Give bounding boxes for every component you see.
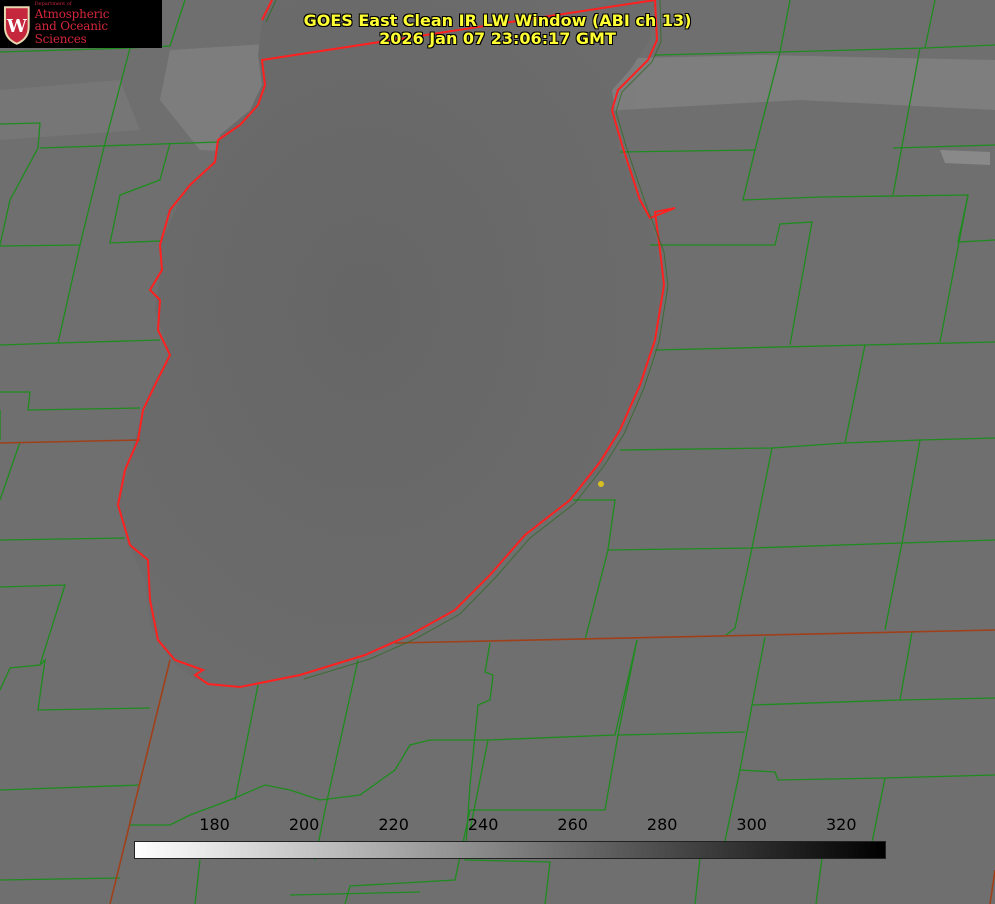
colorbar-tick-320: 320 bbox=[825, 815, 857, 834]
colorbar-tick-280: 280 bbox=[646, 815, 678, 834]
image-timestamp: 2026 Jan 07 23:06:17 GMT bbox=[379, 29, 616, 48]
colorbar bbox=[134, 841, 886, 859]
colorbar-tick-260: 260 bbox=[557, 815, 588, 834]
colorbar-tick-240: 240 bbox=[467, 815, 499, 834]
colorbar-tick-200: 200 bbox=[288, 815, 320, 834]
satellite-map bbox=[0, 0, 995, 904]
city-marker bbox=[598, 481, 604, 487]
colorbar-tick-180: 180 bbox=[199, 815, 230, 834]
image-title: GOES East Clean IR LW Window (ABI ch 13) bbox=[303, 11, 692, 30]
colorbar-tick-300: 300 bbox=[736, 815, 767, 834]
colorbar-tick-220: 220 bbox=[378, 815, 409, 834]
